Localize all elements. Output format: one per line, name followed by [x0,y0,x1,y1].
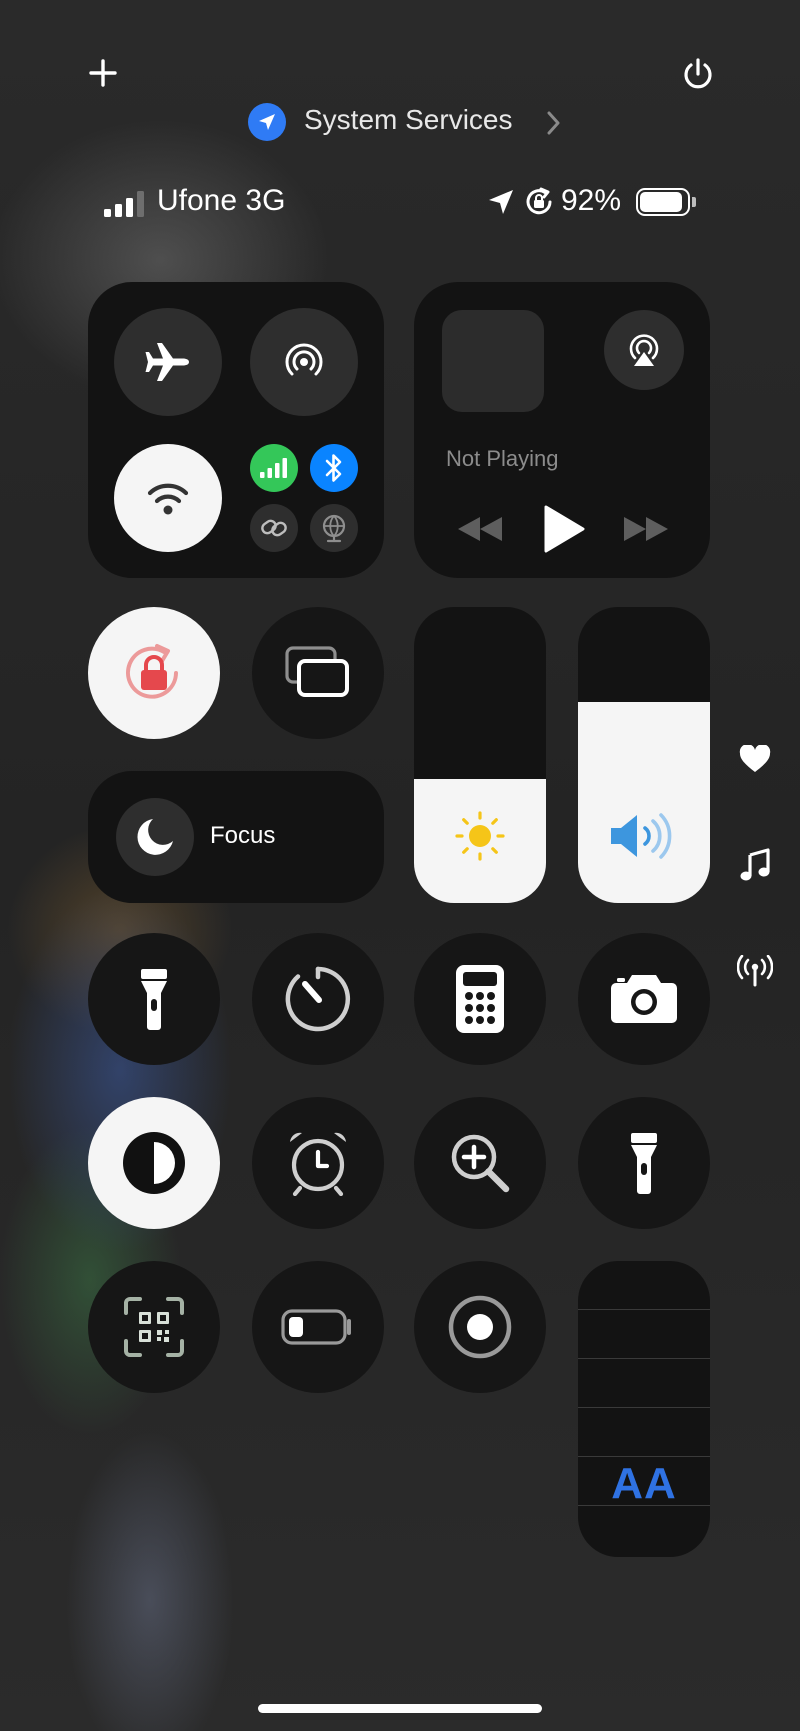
airplay-icon [629,334,659,366]
flashlight-button[interactable] [88,933,220,1065]
dark-mode-icon [123,1132,185,1194]
volume-slider[interactable] [578,607,710,903]
sun-icon [455,811,505,861]
battery-icon [636,188,698,218]
globe-icon [322,514,346,543]
screen-mirroring-icon [285,646,349,697]
record-icon [448,1295,512,1359]
home-indicator[interactable] [258,1704,542,1713]
airplane-icon [145,343,189,381]
flashlight-icon [631,1133,657,1194]
connectivity-panel [88,282,384,578]
play-icon [544,505,585,553]
location-services-banner[interactable]: System Services [248,102,568,142]
bluetooth-icon [325,454,342,482]
timer-icon [285,966,351,1032]
text-size-label: AA [611,1459,677,1508]
next-track-button[interactable] [622,514,670,544]
code-scanner-button[interactable] [88,1261,220,1393]
music-note-icon[interactable] [740,848,770,882]
airplane-mode-toggle[interactable] [114,308,222,416]
low-power-mode-button[interactable] [252,1261,384,1393]
bluetooth-toggle[interactable] [310,444,358,492]
personal-hotspot-toggle[interactable] [250,504,298,552]
alarm-button[interactable] [252,1097,384,1229]
qr-code-icon [124,1297,184,1357]
dark-mode-toggle[interactable] [88,1097,220,1229]
screen-recording-button[interactable] [414,1261,546,1393]
album-artwork [442,310,544,412]
screen-mirroring-button[interactable] [252,607,384,739]
plus-icon [89,59,117,87]
camera-icon [611,975,677,1023]
wifi-icon [147,483,189,515]
control-center: System Services Ufone 3G 92% Not Playing… [0,0,800,1731]
focus-button[interactable]: Focus [88,771,384,903]
magnifier-icon [451,1134,510,1193]
wifi-toggle[interactable] [114,444,222,552]
vpn-toggle[interactable] [310,504,358,552]
text-size-step-divider [578,1456,710,1457]
signal-strength-icon [104,191,144,217]
power-button[interactable] [680,56,716,92]
location-app-name: System Services [304,104,513,135]
antenna-icon[interactable] [737,955,773,987]
orientation-lock-icon [526,187,552,215]
cellular-data-toggle[interactable] [250,444,298,492]
heart-icon[interactable] [739,745,771,773]
text-size-step-divider [578,1407,710,1408]
location-arrow-icon [248,103,286,141]
torch-button[interactable] [578,1097,710,1229]
airplay-button[interactable] [604,310,684,390]
airdrop-toggle[interactable] [250,308,358,416]
power-icon [684,58,712,89]
calculator-button[interactable] [414,933,546,1065]
play-button[interactable] [542,504,586,554]
focus-label: Focus [210,822,276,849]
media-status: Not Playing [446,446,559,471]
speaker-icon [611,813,672,859]
battery-percentage: 92% [561,184,622,217]
fast-forward-icon [624,517,668,541]
flashlight-icon [141,969,167,1030]
text-size-step-divider [578,1309,710,1310]
text-size-slider[interactable]: AA [578,1261,710,1557]
text-size-step-divider [578,1358,710,1359]
airdrop-icon [285,343,323,376]
focus-moon-circle [116,798,194,876]
location-arrow-icon [489,190,513,214]
magnifier-button[interactable] [414,1097,546,1229]
add-widget-button[interactable] [88,58,118,88]
volume-level [578,702,710,903]
alarm-clock-icon [290,1132,346,1196]
orientation-lock-icon [126,644,178,699]
calculator-icon [456,965,504,1033]
orientation-lock-toggle[interactable] [88,607,220,739]
brightness-slider[interactable] [414,607,546,903]
carrier-name: Ufone 3G [157,184,286,217]
moon-icon [137,819,173,855]
cellular-icon [260,458,287,478]
link-icon [261,519,287,537]
previous-track-button[interactable] [456,514,504,544]
timer-button[interactable] [252,933,384,1065]
chevron-right-icon [547,111,560,135]
battery-icon [281,1309,351,1345]
rewind-icon [458,517,502,541]
now-playing-panel: Not Playing [414,282,710,578]
camera-button[interactable] [578,933,710,1065]
